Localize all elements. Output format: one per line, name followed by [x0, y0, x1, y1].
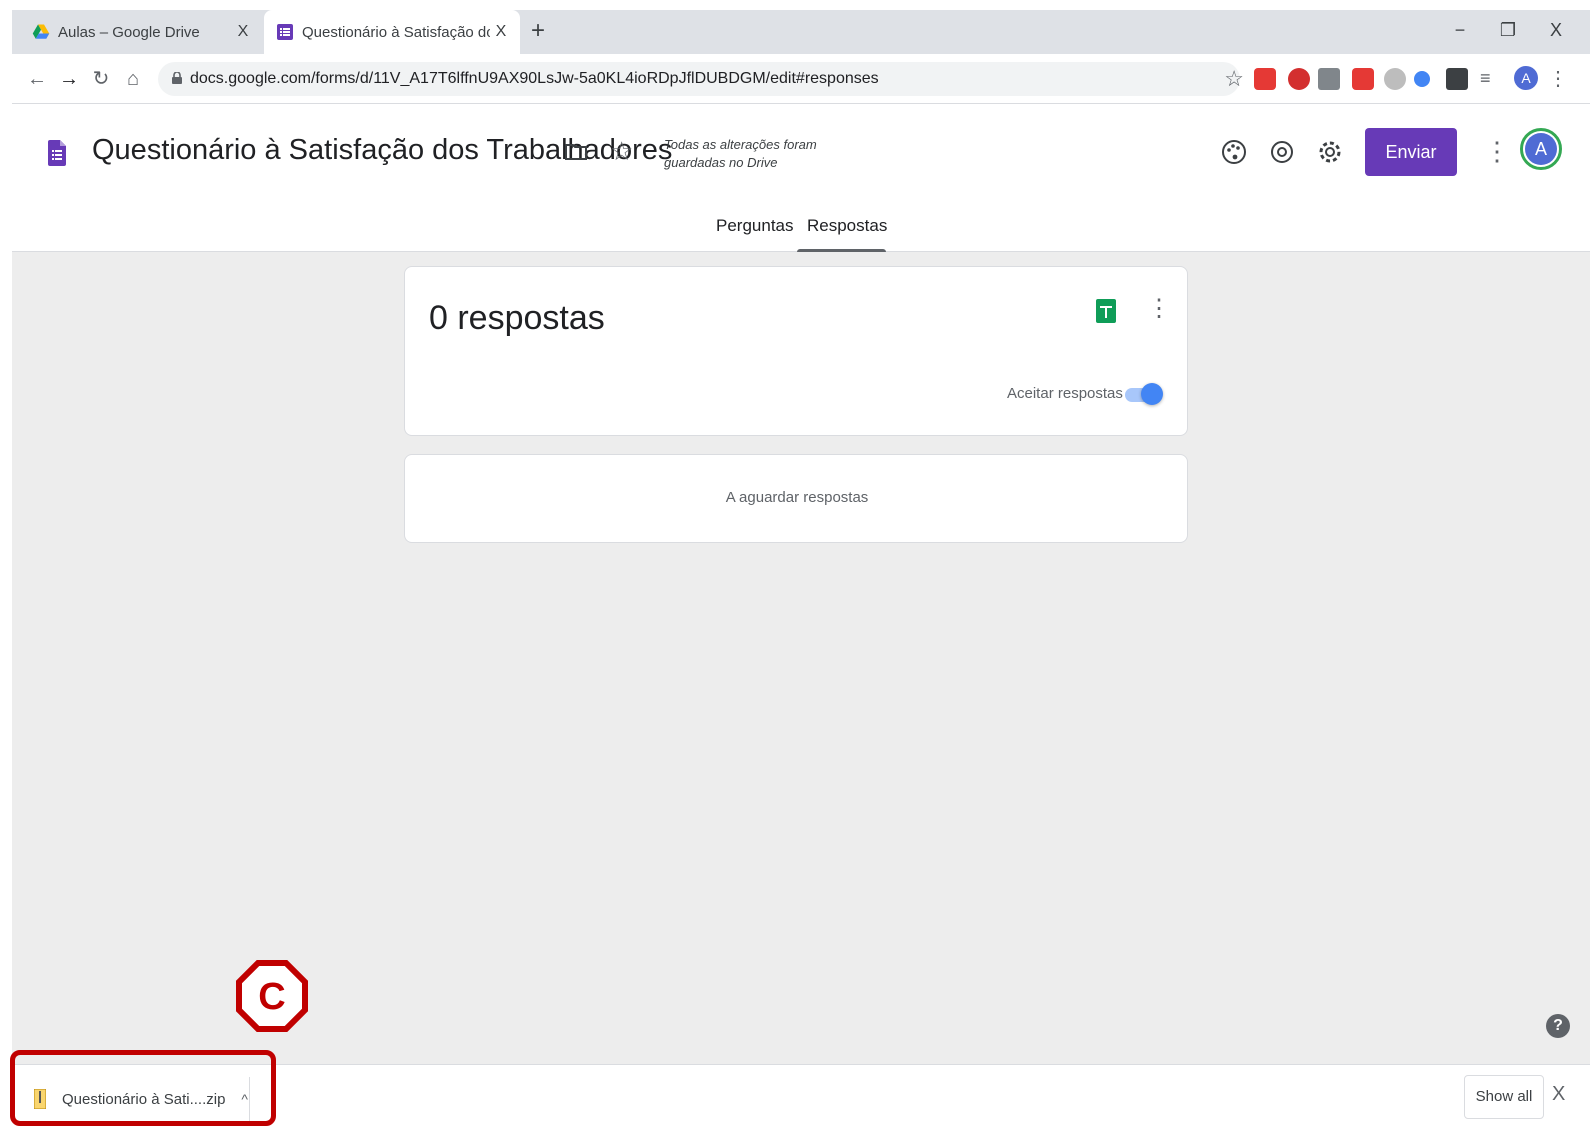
- tab-close-icon[interactable]: X: [232, 23, 254, 41]
- forward-arrow-icon[interactable]: →: [56, 66, 82, 92]
- red-extension-icon[interactable]: [1352, 68, 1374, 90]
- url-text: docs.google.com/forms/d/11V_A17T6lffnU9A…: [190, 70, 879, 87]
- folder-icon[interactable]: [564, 140, 588, 164]
- more-options-icon[interactable]: ⋮: [1484, 138, 1510, 164]
- google-sheets-icon[interactable]: [1096, 299, 1116, 323]
- tab-title: Aulas – Google Drive: [58, 23, 200, 41]
- google-forms-icon: [277, 24, 293, 40]
- preview-eye-icon[interactable]: [1268, 138, 1296, 166]
- restore-icon[interactable]: ❐: [1486, 10, 1530, 54]
- tab-bar: Aulas – Google Drive X Questionário à Sa…: [12, 10, 1590, 54]
- forms-header: Questionário à Satisfação dos Trabalhado…: [12, 104, 1590, 253]
- accept-responses-toggle[interactable]: [1125, 381, 1163, 407]
- browser-menu-icon[interactable]: ⋮: [1548, 66, 1568, 91]
- send-button[interactable]: Enviar: [1365, 128, 1457, 176]
- browser-profile-avatar[interactable]: A: [1514, 66, 1538, 90]
- responses-menu-icon[interactable]: ⋮: [1147, 297, 1171, 321]
- palette-icon[interactable]: [1220, 138, 1248, 166]
- waiting-message: A aguardar respostas: [725, 489, 869, 506]
- minimize-icon[interactable]: −: [1438, 10, 1482, 54]
- callout-letter: C: [258, 976, 285, 1018]
- star-icon[interactable]: ☆: [610, 136, 633, 167]
- lock-icon: [172, 72, 182, 84]
- browser-window: Aulas – Google Drive X Questionário à Sa…: [0, 0, 1590, 1140]
- responses-area: 0 respostas ⋮ Aceitar respostas A aguard…: [12, 252, 1590, 1064]
- tab-respostas[interactable]: Respostas: [807, 216, 887, 236]
- responses-count: 0 respostas: [429, 299, 605, 337]
- download-highlight-box: [10, 1050, 276, 1126]
- form-tabs: Perguntas Respostas: [12, 212, 1590, 253]
- new-tab-button[interactable]: +: [524, 18, 552, 46]
- reload-icon[interactable]: ↻: [88, 66, 114, 92]
- navigation-bar: ← → ↻ ⌂ docs.google.com/forms/d/11V_A17T…: [12, 54, 1590, 104]
- google-drive-icon: [32, 24, 50, 39]
- close-shelf-icon[interactable]: X: [1552, 1083, 1565, 1106]
- left-margin: [0, 0, 12, 1140]
- google-forms-logo-icon[interactable]: [48, 140, 66, 166]
- tab-title: Questionário à Satisfação dos Tra: [302, 23, 490, 41]
- drive-extension-icon[interactable]: [1318, 68, 1340, 90]
- puzzle-extensions-icon[interactable]: [1446, 68, 1468, 90]
- calendar-extension-icon[interactable]: [1254, 68, 1276, 90]
- toggle-thumb: [1141, 383, 1163, 405]
- account-avatar[interactable]: A: [1520, 128, 1562, 170]
- media-queue-icon[interactable]: ≡: [1480, 68, 1502, 90]
- window-close-icon[interactable]: X: [1534, 10, 1578, 54]
- home-icon[interactable]: ⌂: [120, 66, 146, 92]
- show-all-button[interactable]: Show all: [1464, 1075, 1544, 1119]
- responses-summary-card: 0 respostas ⋮ Aceitar respostas: [404, 266, 1188, 436]
- callout-c-octagon: C: [236, 960, 308, 1032]
- tab-google-drive[interactable]: Aulas – Google Drive X: [22, 10, 262, 54]
- tab-questionario[interactable]: Questionário à Satisfação dos Tra X: [264, 10, 520, 54]
- tab-perguntas[interactable]: Perguntas: [716, 216, 794, 236]
- character-extension-icon[interactable]: [1384, 68, 1406, 90]
- waiting-card: A aguardar respostas: [404, 454, 1188, 543]
- address-bar[interactable]: docs.google.com/forms/d/11V_A17T6lffnU9A…: [158, 62, 1244, 96]
- adblock-extension-icon[interactable]: [1288, 68, 1310, 90]
- audio-extension-icon[interactable]: [1414, 71, 1430, 87]
- avatar-initial: A: [1525, 133, 1557, 165]
- tab-close-icon[interactable]: X: [490, 23, 512, 41]
- help-icon[interactable]: ?: [1546, 1014, 1570, 1038]
- settings-gear-icon[interactable]: [1316, 138, 1344, 166]
- save-status: Todas as alterações foram guardadas no D…: [664, 137, 817, 170]
- back-arrow-icon[interactable]: ←: [24, 66, 50, 92]
- accept-responses-label: Aceitar respostas: [1007, 385, 1123, 402]
- bookmark-star-icon[interactable]: ☆: [1224, 66, 1244, 92]
